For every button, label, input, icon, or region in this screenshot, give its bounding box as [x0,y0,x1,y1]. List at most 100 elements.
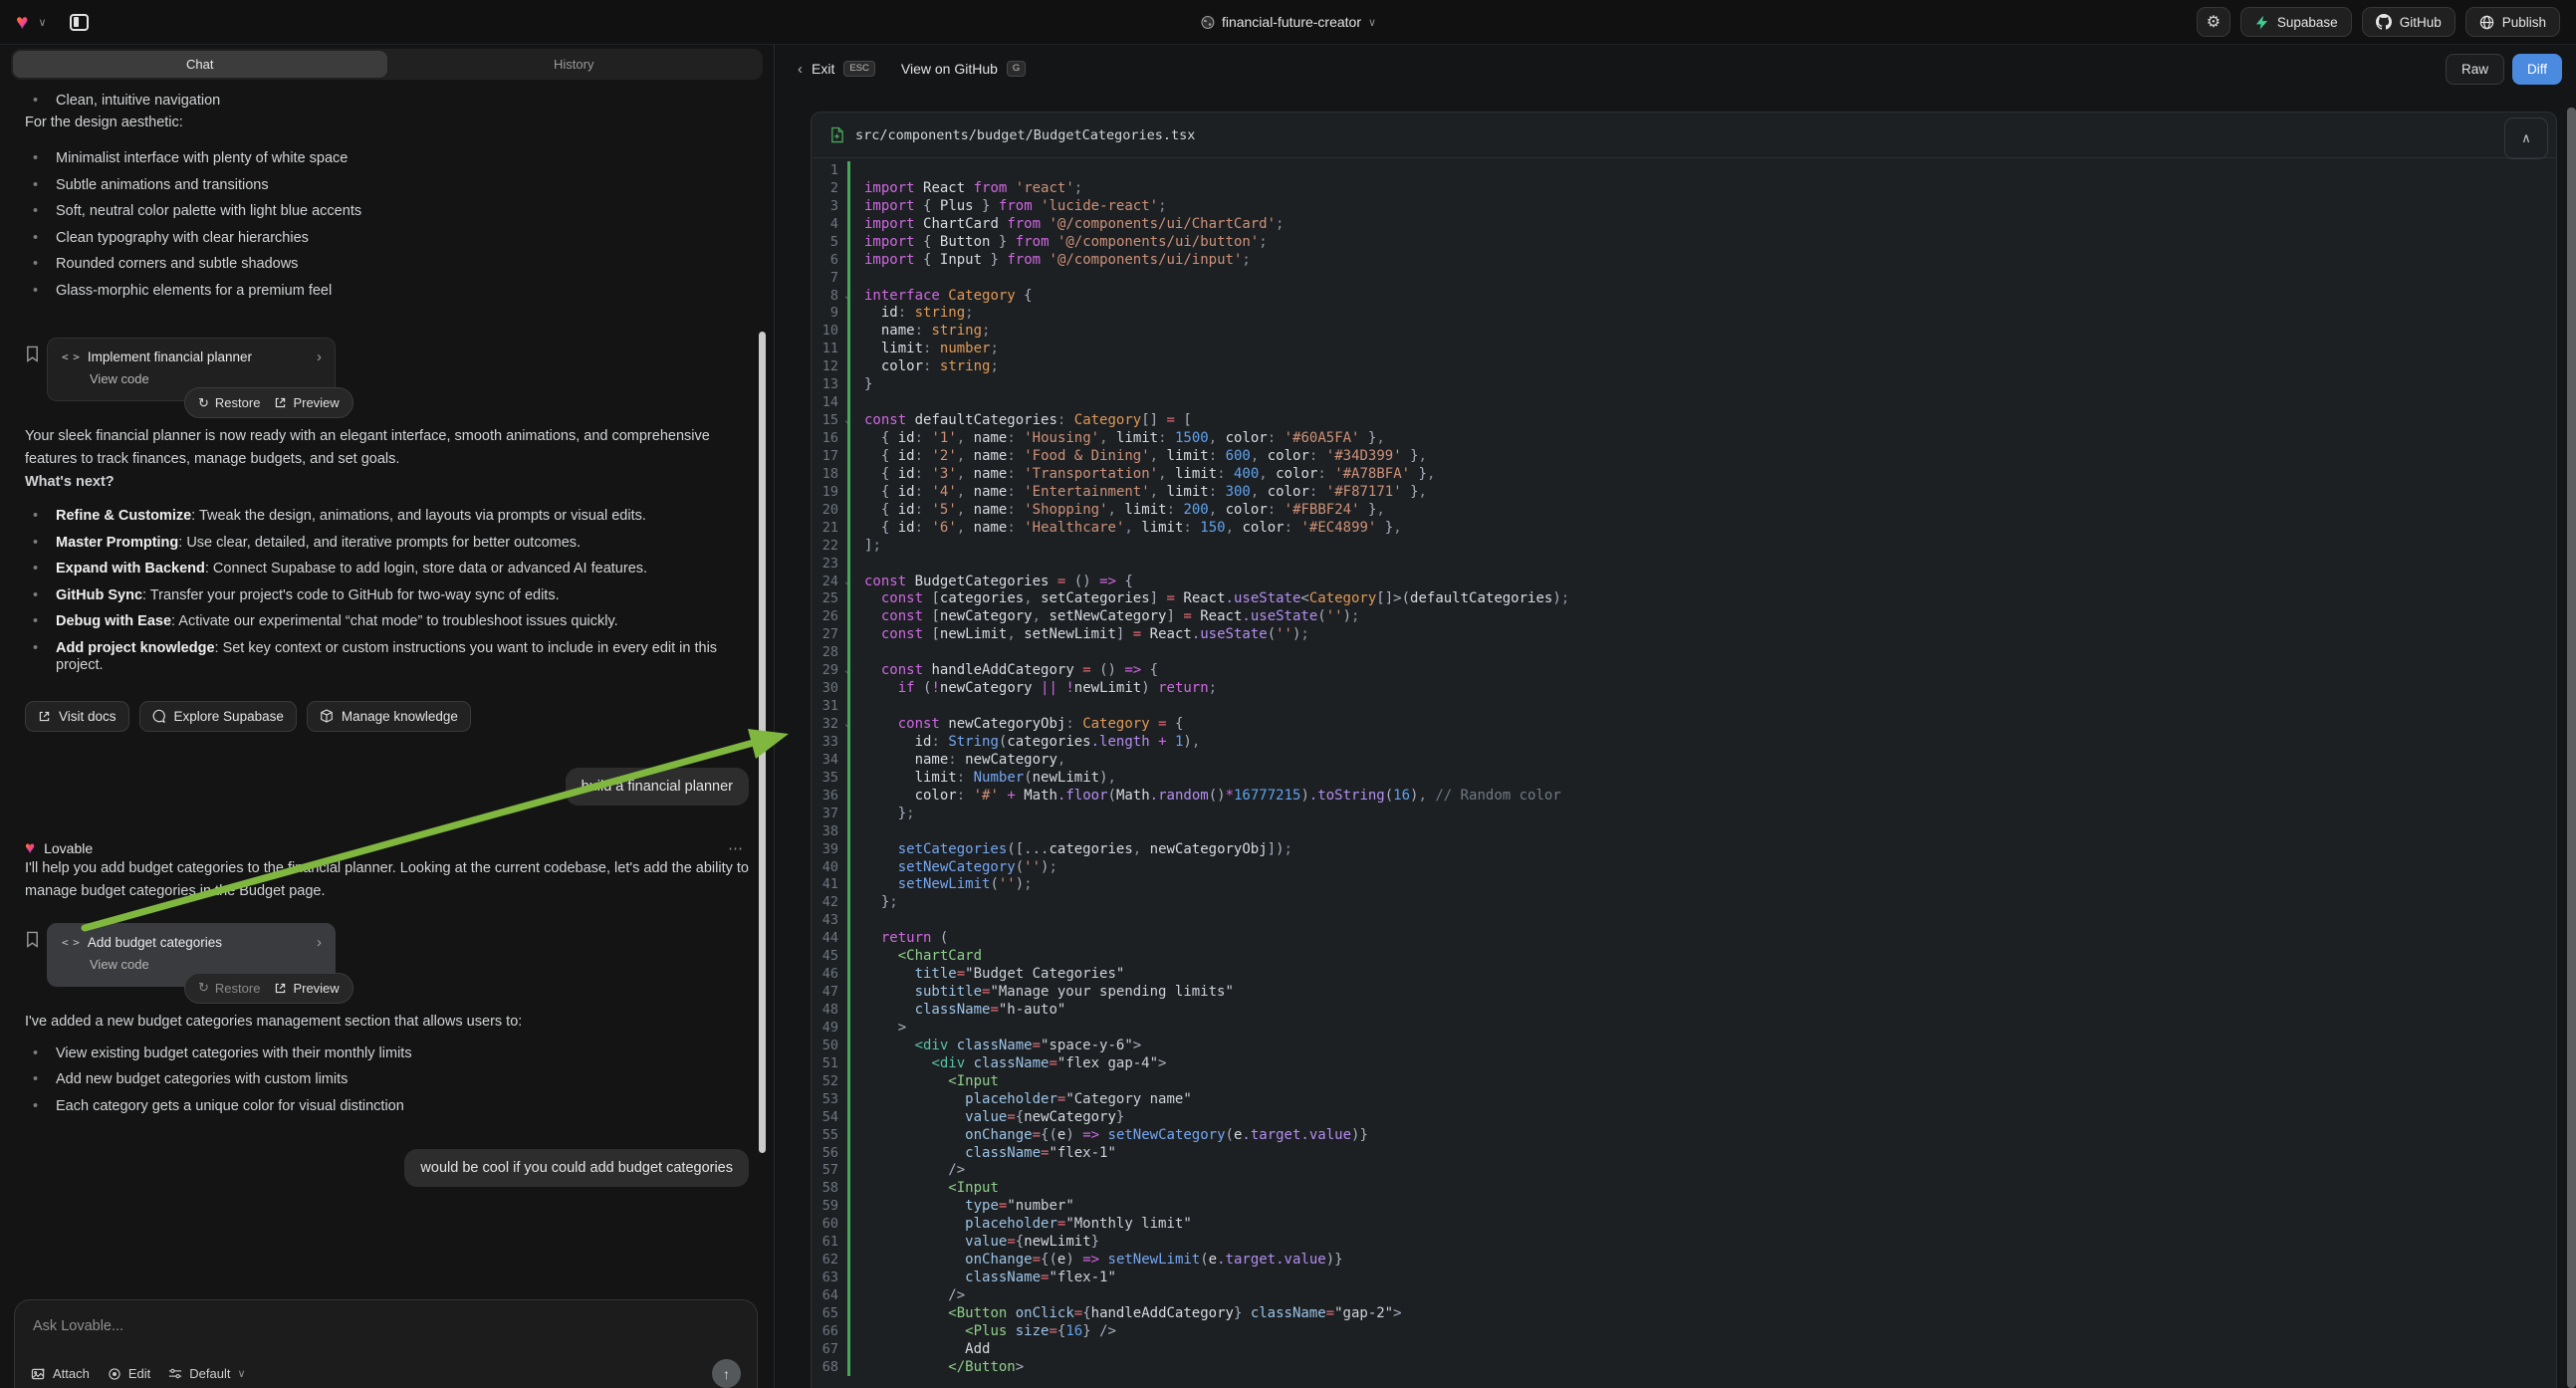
tab-history[interactable]: History [387,51,762,78]
exit-button[interactable]: ‹ Exit ESC [798,61,875,78]
code-line: 38 [812,822,2556,840]
edit-button[interactable]: Edit [108,1366,150,1381]
list-item: Add project knowledge: Set key context o… [25,640,749,675]
code-icon: < > [62,350,79,363]
whats-next-list: Refine & Customize: Tweak the design, an… [25,508,749,675]
file-path-bar[interactable]: src/components/budget/BudgetCategories.t… [812,113,2556,158]
fold-chevron-icon[interactable]: ⌄ [844,665,849,674]
code-line: 21 { id: '6', name: 'Healthcare', limit:… [812,519,2556,537]
design-intro: For the design aesthetic: [25,112,749,134]
code-line: 30 if (!newCategory || !newLimit) return… [812,679,2556,697]
manage-knowledge-button[interactable]: Manage knowledge [307,701,471,732]
code-line: 63 className="flex-1" [812,1269,2556,1286]
collapse-file-button[interactable]: ∧ [2504,117,2548,159]
toggle-sidebar-button[interactable] [65,8,95,36]
restore-icon: ↻ [198,395,209,411]
explore-supabase-button[interactable]: Explore Supabase [139,701,297,732]
code-line: 49 > [812,1019,2556,1037]
lovable-logo-icon[interactable]: ♥ [16,12,28,33]
list-item: GitHub Sync: Transfer your project's cod… [25,587,749,605]
tab-chat[interactable]: Chat [13,51,387,78]
visit-docs-button[interactable]: Visit docs [25,701,129,732]
diff-toggle-button[interactable]: Diff [2512,54,2562,85]
view-code-link[interactable]: View code [62,957,321,972]
code-line: 53 placeholder="Category name" [812,1090,2556,1108]
message-menu-button[interactable]: ⋯ [728,839,749,857]
view-on-github-button[interactable]: View on GitHub G [901,61,1026,77]
project-switcher[interactable]: financial-future-creator ∨ [1200,14,1376,30]
code-line: 55 onChange={(e) => setNewCategory(e.tar… [812,1126,2556,1144]
list-item: Soft, neutral color palette with light b… [25,203,749,221]
mode-dropdown[interactable]: Default ∨ [168,1366,245,1381]
assistant-paragraph: I'll help you add budget categories to t… [25,857,749,903]
code-line: 32⌄ const newCategoryObj: Category = { [812,715,2556,733]
code-line: 2import React from 'react'; [812,179,2556,197]
view-code-link[interactable]: View code [62,371,321,386]
code-line: 25 const [categories, setCategories] = R… [812,590,2556,608]
code-line: 20 { id: '5', name: 'Shopping', limit: 2… [812,501,2556,519]
code-line: 45 <ChartCard [812,947,2556,965]
external-link-icon [274,396,287,409]
chat-scrollbar[interactable] [759,332,766,1153]
whats-next-heading: What's next? [25,471,749,494]
code-line: 23 [812,555,2556,573]
code-lines[interactable]: 1 2import React from 'react';3import { P… [812,158,2556,1376]
gear-icon: ⚙ [2207,12,2221,32]
code-line: 4import ChartCard from '@/components/ui/… [812,215,2556,233]
settings-button[interactable]: ⚙ [2197,7,2230,37]
send-button[interactable]: ↑ [712,1359,741,1388]
attach-button[interactable]: Attach [31,1366,90,1381]
project-title: financial-future-creator [1222,14,1361,30]
lovable-avatar-icon: ♥ [25,839,35,856]
version-card-block: < > Add budget categories › View code ↻R… [25,923,749,1011]
user-message-row: build a financial planner [25,768,749,806]
restore-button[interactable]: ↻Restore [198,395,260,411]
code-line: 7 [812,269,2556,287]
code-line: 35 limit: Number(newLimit), [812,769,2556,787]
raw-toggle-button[interactable]: Raw [2446,54,2504,85]
publish-globe-icon [2479,15,2494,30]
version-card-title: Implement financial planner [88,349,252,364]
bookmark-icon[interactable] [25,931,40,948]
chat-history-tabs: Chat History [11,49,763,80]
chat-input[interactable] [31,1317,741,1335]
code-line: 51 <div className="flex gap-4"> [812,1054,2556,1072]
code-line: 39 setCategories([...categories, newCate… [812,840,2556,858]
preview-button[interactable]: Preview [274,395,339,410]
composer: Attach Edit Default ∨ ↑ [14,1299,758,1388]
chevron-down-icon: ∨ [237,1367,245,1380]
chevron-right-icon: › [317,934,322,951]
fold-chevron-icon[interactable]: ⌄ [844,577,849,585]
fold-chevron-icon[interactable]: ⌄ [844,415,849,424]
code-line: 29⌄ const handleAddCategory = () => { [812,661,2556,679]
code-line: 50 <div className="space-y-6"> [812,1037,2556,1054]
assistant-header: ♥ Lovable ⋯ [25,839,749,857]
list-item: Expand with Backend: Connect Supabase to… [25,561,749,578]
code-line: 10 name: string; [812,322,2556,340]
code-line: 16 { id: '1', name: 'Housing', limit: 15… [812,429,2556,447]
app-window: ♥ ∨ financial-future-creator ∨ ⚙ Supabas… [0,0,2576,1388]
publish-button[interactable]: Publish [2465,7,2560,37]
bullet-item: Clean, intuitive navigation [25,90,749,112]
code-line: 52 <Input [812,1072,2556,1090]
user-message: build a financial planner [566,768,749,806]
code-line: 43 [812,911,2556,929]
logo-chevron-down-icon[interactable]: ∨ [38,16,46,29]
attach-image-icon [31,1367,46,1381]
composer-toolbar: Attach Edit Default ∨ ↑ [31,1359,741,1388]
globe-icon [1200,15,1215,30]
fold-chevron-icon[interactable]: ⌄ [844,291,849,300]
code-line: 18 { id: '3', name: 'Transportation', li… [812,465,2556,483]
supabase-button[interactable]: Supabase [2240,7,2352,37]
preview-button[interactable]: Preview [274,981,339,996]
restore-preview-pill: ↻Restore Preview [184,973,353,1004]
github-button[interactable]: GitHub [2362,7,2456,37]
design-bullet-list: Minimalist interface with plenty of whit… [25,150,749,300]
fold-chevron-icon[interactable]: ⌄ [844,719,849,728]
window-scrollbar[interactable] [2567,108,2576,1388]
restore-button[interactable]: ↻Restore [198,980,260,996]
bookmark-icon[interactable] [25,346,40,362]
chat-transcript[interactable]: Clean, intuitive navigation For the desi… [0,82,774,1388]
code-line: 47 subtitle="Manage your spending limits… [812,983,2556,1001]
code-line: 27 const [newLimit, setNewLimit] = React… [812,625,2556,643]
